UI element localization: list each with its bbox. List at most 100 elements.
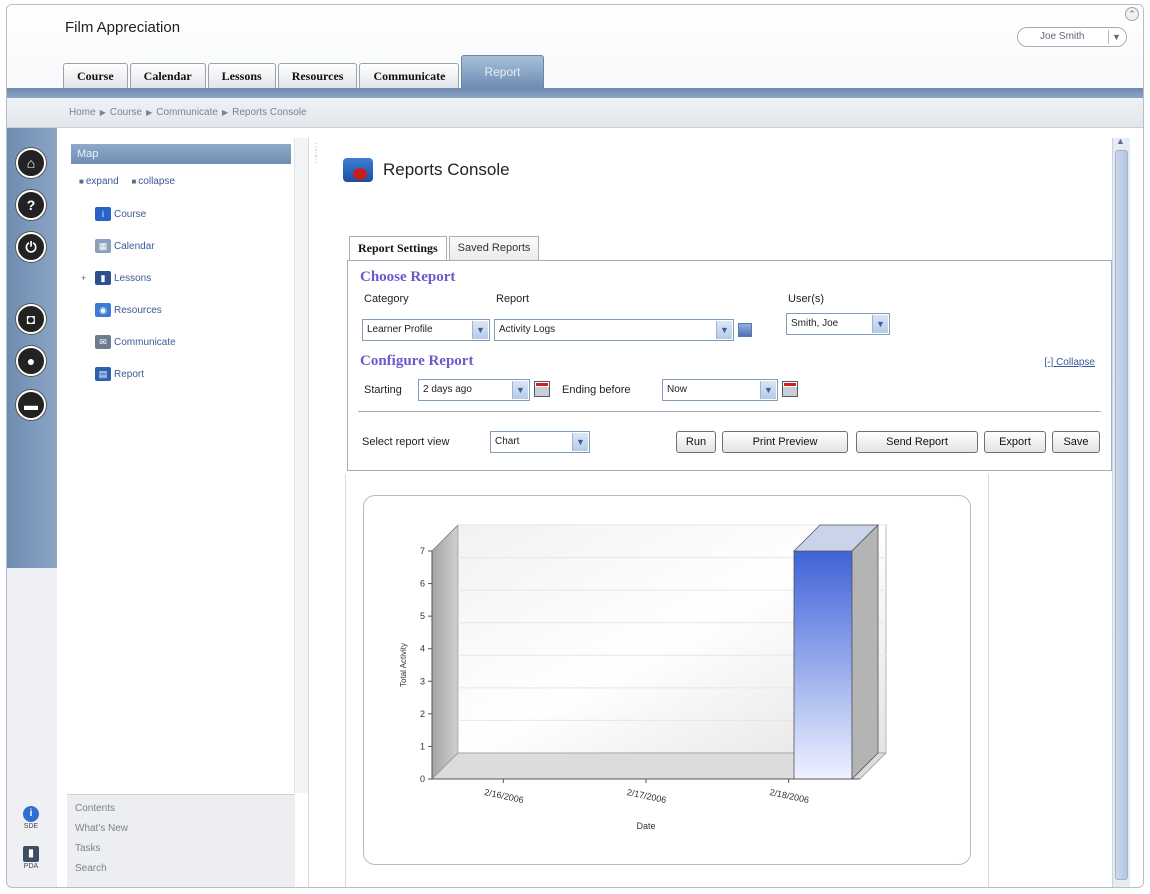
tab-course[interactable]: Course	[63, 63, 128, 88]
window-corner-button[interactable]: ⌃	[1125, 7, 1139, 21]
nav-item-calendar[interactable]: ▦ Calendar	[81, 230, 176, 262]
report-select[interactable]: Activity Logs ▼	[494, 319, 734, 341]
main-scrollbar[interactable]: ▲	[1112, 136, 1130, 887]
chevron-down-icon[interactable]: ▼	[472, 321, 488, 339]
tab-report-settings[interactable]: Report Settings	[349, 236, 447, 261]
chevron-down-icon[interactable]: ▼	[760, 381, 776, 399]
expand-icon: ■	[79, 177, 84, 186]
report-details-button[interactable]	[738, 323, 752, 337]
nav-item-course[interactable]: i Course	[81, 198, 176, 230]
expand-toggle-icon[interactable]: +	[81, 273, 95, 283]
y-axis-label: Total Activity	[399, 643, 408, 687]
starting-calendar-icon[interactable]	[534, 381, 550, 397]
x-axis-label: Date	[636, 821, 655, 831]
nav-header: Map	[71, 144, 291, 164]
breadcrumb-item[interactable]: Communicate	[156, 107, 218, 118]
nav-tree-controls: ■ expand ■ collapse	[79, 176, 185, 187]
nav-footer-search[interactable]: Search	[75, 863, 295, 883]
export-button[interactable]: Export	[984, 431, 1046, 453]
help-icon[interactable]: ?	[16, 190, 46, 220]
chevron-down-icon[interactable]: ▼	[512, 381, 528, 399]
nav-footer: Contents What's New Tasks Search	[67, 794, 295, 887]
chevron-down-icon[interactable]: ▼	[572, 433, 588, 451]
send-report-button[interactable]: Send Report	[856, 431, 978, 453]
x-tick-label: 2/17/2006	[626, 787, 667, 805]
left-rail: ⌂? ⏻ ◘ ● ▬ i SDE ▮ PDA	[7, 128, 57, 887]
report-tabs: Report Settings Saved Reports	[349, 236, 541, 261]
navigation-panel: Map ■ expand ■ collapse i Course ▦ Calendar + ▮…	[67, 138, 309, 887]
chevron-down-icon[interactable]: ▼	[1108, 30, 1124, 44]
chevron-down-icon[interactable]: ▼	[872, 315, 888, 333]
info-icon[interactable]: i	[23, 806, 39, 822]
nav-item-communicate[interactable]: ✉ Communicate	[81, 326, 176, 358]
y-tick-label: 1	[420, 741, 425, 751]
y-tick-label: 2	[420, 709, 425, 719]
activity-chart: 0 1 2 3 4 5 6 7 Total Activity 2/16/2006 2/17/2006…	[363, 495, 971, 865]
ending-select[interactable]: Now ▼	[662, 379, 778, 401]
breadcrumb-bar: Home ▶ Course ▶ Communicate ▶ Reports Console	[7, 98, 1143, 128]
save-button[interactable]: Save	[1052, 431, 1100, 453]
info-icon: i	[95, 207, 111, 221]
person-icon[interactable]: ●	[16, 346, 46, 376]
report-view-select[interactable]: Chart ▼	[490, 431, 590, 453]
tab-report[interactable]: Report	[461, 55, 544, 88]
collapse-link[interactable]: [-] Collapse	[1044, 357, 1095, 368]
breadcrumb-item[interactable]: Home	[69, 107, 96, 118]
nav-tree: i Course ▦ Calendar + ▮ Lessons ◉ Resources ✉ Comm…	[81, 198, 176, 390]
starting-select[interactable]: 2 days ago ▼	[418, 379, 530, 401]
tab-communicate[interactable]: Communicate	[359, 63, 460, 88]
nav-footer-tasks[interactable]: Tasks	[75, 843, 295, 863]
nav-item-report[interactable]: ▤ Report	[81, 358, 176, 390]
nav-footer-what-s-new[interactable]: What's New	[75, 823, 295, 843]
tab-resources[interactable]: Resources	[277, 63, 358, 88]
app-title: Film Appreciation	[65, 19, 181, 36]
user-menu-label: Joe Smith	[1040, 31, 1085, 42]
top-tab-bar: Course Calendar Lessons Resources Communicat…	[63, 55, 546, 88]
report-view-label: Select report view	[362, 436, 450, 448]
reports-console-icon	[343, 158, 373, 182]
print-preview-button[interactable]: Print Preview	[722, 431, 848, 453]
nav-item-resources[interactable]: ◉ Resources	[81, 294, 176, 326]
chat-icon[interactable]: ▬	[16, 390, 46, 420]
nav-footer-contents[interactable]: Contents	[75, 803, 295, 823]
breadcrumb-separator-icon: ▶	[99, 108, 106, 117]
chart-bar	[793, 550, 853, 780]
info-shortcut[interactable]: i SDE	[11, 806, 51, 830]
y-tick-label: 0	[420, 774, 425, 784]
pda-icon[interactable]: ▮	[23, 846, 39, 862]
page-title-text: Reports Console	[383, 160, 510, 179]
run-button[interactable]: Run	[676, 431, 716, 453]
category-select[interactable]: Learner Profile ▼	[362, 319, 490, 341]
nav-item-lessons[interactable]: + ▮ Lessons	[81, 262, 176, 294]
nav-item-label: Lessons	[114, 272, 152, 284]
home-icon[interactable]: ⌂	[16, 148, 46, 178]
collapse-link[interactable]: collapse	[138, 176, 175, 187]
app-header: Film Appreciation ⌃ Course Calendar Lesson…	[7, 5, 1143, 98]
category-label: Category	[364, 293, 409, 305]
power-icon[interactable]: ⏻	[16, 232, 46, 262]
nav-item-label: Course	[114, 208, 147, 220]
nav-scrollbar[interactable]	[294, 138, 308, 793]
tab-calendar[interactable]: Calendar	[129, 63, 206, 88]
chevron-down-icon[interactable]: ▼	[716, 321, 732, 339]
scroll-up-icon[interactable]: ▲	[1116, 136, 1125, 146]
expand-link[interactable]: expand	[86, 176, 119, 187]
y-tick-label: 7	[420, 546, 425, 556]
tab-lessons[interactable]: Lessons	[207, 63, 276, 88]
user-menu[interactable]: Joe Smith ▼	[1017, 27, 1127, 47]
rail-shortcut-label: SDE	[23, 823, 39, 830]
starting-select-value: 2 days ago	[423, 384, 472, 395]
scrollbar-thumb[interactable]	[1115, 150, 1128, 880]
y-tick-label: 6	[420, 579, 425, 589]
ending-calendar-icon[interactable]	[782, 381, 798, 397]
panel-splitter[interactable]: ⋮ ⋮ ⋮	[311, 143, 321, 185]
camera-icon[interactable]: ◘	[16, 304, 46, 334]
breadcrumb-item[interactable]: Course	[110, 107, 142, 118]
nav-item-label: Report	[114, 368, 145, 380]
pda-shortcut[interactable]: ▮ PDA	[11, 846, 51, 870]
tab-saved-reports[interactable]: Saved Reports	[448, 236, 540, 260]
users-select[interactable]: Smith, Joe ▼	[786, 313, 890, 335]
ending-select-value: Now	[667, 384, 688, 395]
breadcrumb: Home ▶ Course ▶ Communicate ▶ Reports Console	[69, 107, 307, 118]
calendar-icon: ▦	[95, 239, 111, 253]
